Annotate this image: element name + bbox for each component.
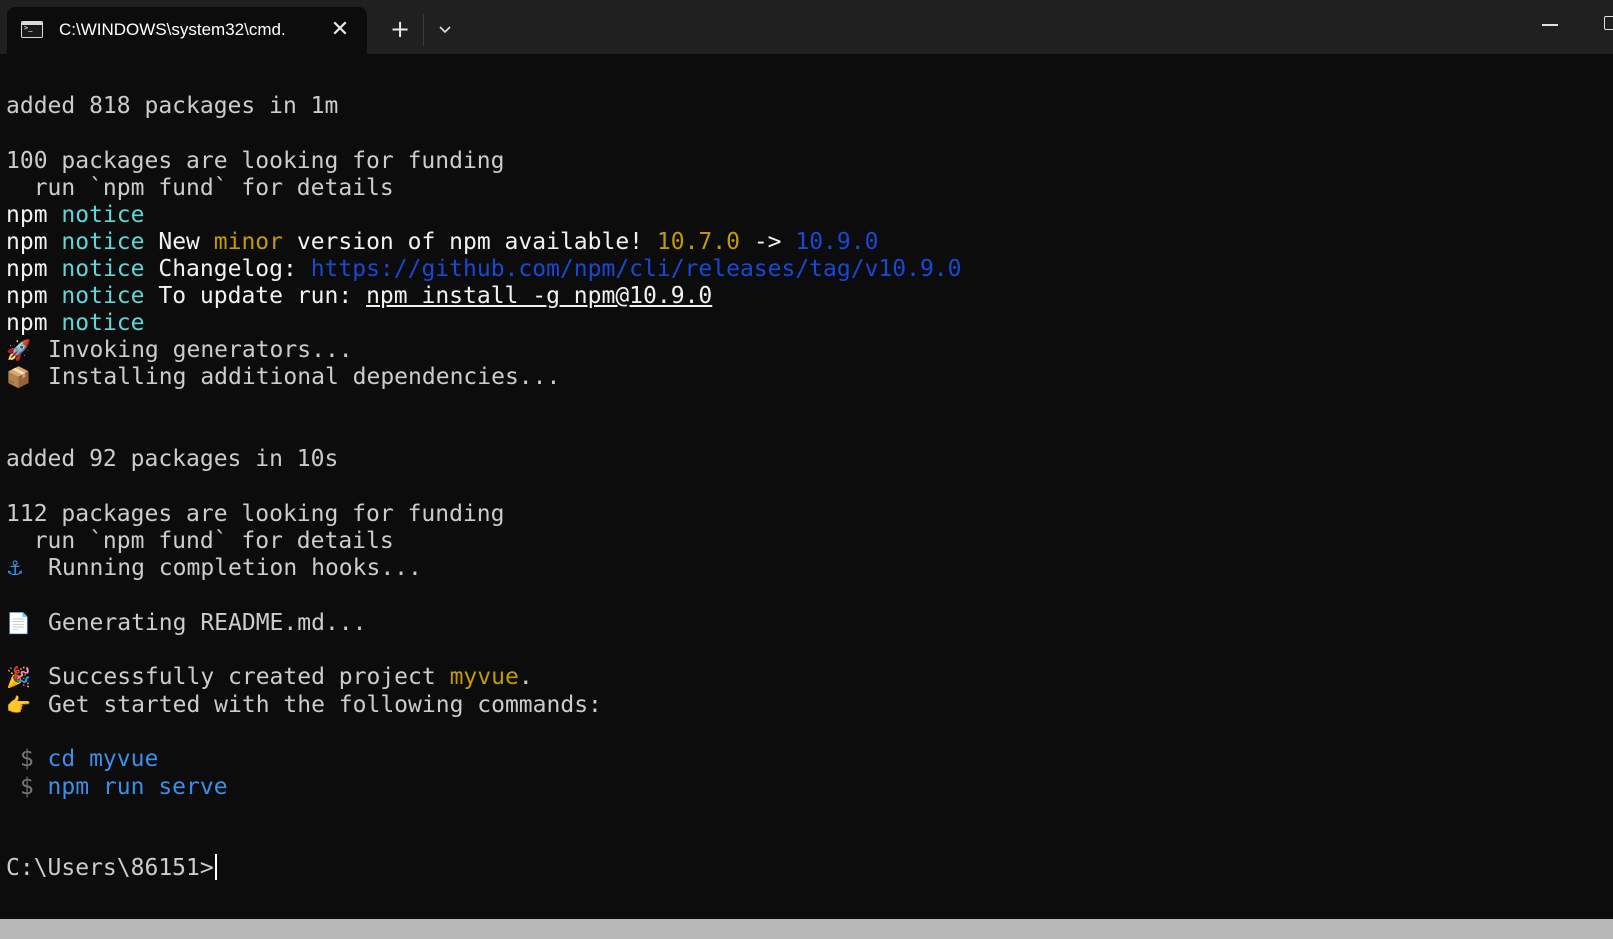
output-line: run `npm fund` for details xyxy=(6,175,394,201)
command-text: cd myvue xyxy=(47,746,159,772)
command-line: $ npm run serve xyxy=(6,773,228,801)
changelog-link[interactable]: https://github.com/npm/cli/releases/tag/… xyxy=(311,256,962,282)
output-line: 📦 Installing additional dependencies... xyxy=(6,363,560,391)
npm-notice-line: npm notice xyxy=(6,201,145,229)
prompt: C:\Users\86151> xyxy=(6,855,214,881)
titlebar-divider xyxy=(423,14,424,46)
anchor-icon: ⚓ xyxy=(6,556,24,580)
project-name: myvue xyxy=(449,664,519,690)
output-text: Generating README.md... xyxy=(48,610,367,636)
prompt-line[interactable]: C:\Users\86151> xyxy=(6,854,217,882)
notice-text: version of npm available! xyxy=(283,229,657,255)
output-line: ⚓ Running completion hooks... xyxy=(6,554,422,582)
tab-title: C:\WINDOWS\system32\cmd. xyxy=(59,20,286,39)
output-line: added 92 packages in 10s xyxy=(6,446,339,472)
notice-text: New xyxy=(158,229,214,255)
output-text: . xyxy=(518,664,533,690)
notice-text: Changelog: xyxy=(158,256,311,282)
npm-label: npm xyxy=(6,202,48,228)
command-line: $ cd myvue xyxy=(6,745,158,773)
dollar-prompt: $ xyxy=(6,774,48,800)
npm-label: npm xyxy=(6,229,48,255)
npm-label: npm xyxy=(6,256,48,282)
output-line: 112 packages are looking for funding xyxy=(6,501,505,527)
notice-label: notice xyxy=(61,202,145,228)
npm-notice-line: npm notice xyxy=(6,309,145,337)
output-line: 📄 Generating README.md... xyxy=(6,609,367,637)
minor-label: minor xyxy=(213,229,283,255)
new-version: 10.9.0 xyxy=(795,229,879,255)
pointing-hand-icon: 👉 xyxy=(6,693,31,717)
maximize-icon[interactable] xyxy=(1604,16,1613,30)
output-text: Invoking generators... xyxy=(48,337,353,363)
output-text: Running completion hooks... xyxy=(48,555,422,581)
npm-notice-line: npm notice New minor version of npm avai… xyxy=(6,228,878,256)
output-line: 🚀 Invoking generators... xyxy=(6,336,353,364)
output-line: 🎉 Successfully created project myvue. xyxy=(6,663,533,691)
old-version: 10.7.0 xyxy=(656,229,740,255)
arrow: -> xyxy=(739,229,796,255)
taskbar-strip xyxy=(0,919,1613,939)
console-icon xyxy=(21,21,43,38)
close-tab-icon[interactable]: ✕ xyxy=(329,19,351,41)
output-text: Installing additional dependencies... xyxy=(48,364,561,390)
output-text: Successfully created project xyxy=(48,664,450,690)
npm-label: npm xyxy=(6,310,48,336)
notice-text: To update run: xyxy=(158,283,367,309)
rocket-icon: 🚀 xyxy=(6,338,31,362)
new-tab-icon[interactable]: + xyxy=(388,17,412,41)
notice-label: notice xyxy=(61,229,145,255)
output-line: 👉 Get started with the following commands… xyxy=(6,691,602,719)
tab-cmd[interactable]: C:\WINDOWS\system32\cmd. ✕ xyxy=(7,7,367,54)
notice-label: notice xyxy=(61,283,145,309)
update-command: npm install -g npm@10.9.0 xyxy=(366,283,713,309)
package-icon: 📦 xyxy=(6,365,31,389)
npm-label: npm xyxy=(6,283,48,309)
chevron-down-icon[interactable] xyxy=(436,20,454,38)
command-text: npm run serve xyxy=(47,774,228,800)
minimize-icon[interactable] xyxy=(1530,10,1570,40)
output-line: added 818 packages in 1m xyxy=(6,93,339,119)
text-cursor xyxy=(214,854,217,880)
document-icon: 📄 xyxy=(6,611,31,635)
output-line: run `npm fund` for details xyxy=(6,528,394,554)
title-bar: C:\WINDOWS\system32\cmd. ✕ + xyxy=(0,0,1613,54)
output-text: Get started with the following commands: xyxy=(48,692,602,718)
dollar-prompt: $ xyxy=(6,746,48,772)
output-line: 100 packages are looking for funding xyxy=(6,148,505,174)
party-icon: 🎉 xyxy=(6,665,31,689)
terminal-output[interactable]: added 818 packages in 1m 100 packages ar… xyxy=(6,54,1613,919)
npm-notice-line: npm notice To update run: npm install -g… xyxy=(6,282,712,310)
terminal-window: C:\WINDOWS\system32\cmd. ✕ + added 818 p… xyxy=(0,0,1613,919)
npm-notice-line: npm notice Changelog: https://github.com… xyxy=(6,255,962,283)
notice-label: notice xyxy=(61,256,145,282)
notice-label: notice xyxy=(61,310,145,336)
